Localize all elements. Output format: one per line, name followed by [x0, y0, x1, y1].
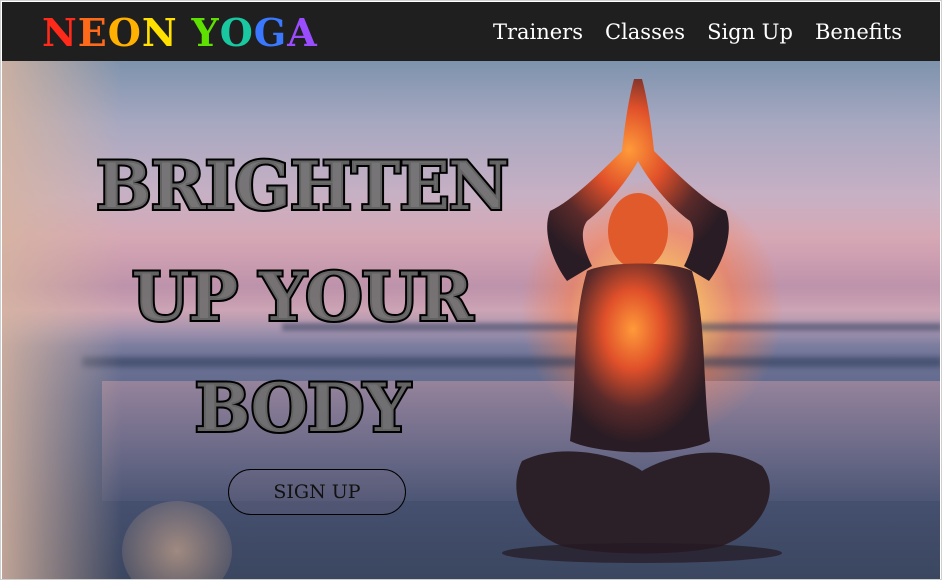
page-frame: NEON YOGA Trainers Classes Sign Up Benef…: [0, 0, 942, 580]
brand-letter: A: [287, 10, 318, 55]
navbar: NEON YOGA Trainers Classes Sign Up Benef…: [2, 2, 940, 61]
brand-letter: E: [77, 10, 108, 55]
sign-up-button[interactable]: SIGN UP: [228, 469, 406, 515]
hero-headline: BRIGHTEN UP YOUR BODY: [2, 131, 602, 464]
headline-line: BRIGHTEN: [94, 145, 511, 227]
brand-letter: Y: [191, 10, 220, 55]
hero-section: BRIGHTEN UP YOUR BODY SIGN UP: [2, 61, 940, 579]
nav-link-trainers[interactable]: Trainers: [493, 18, 583, 46]
brand-letter: N: [141, 10, 178, 55]
nav-link-benefits[interactable]: Benefits: [815, 18, 902, 46]
brand-logo[interactable]: NEON YOGA: [42, 11, 318, 55]
main-nav: Trainers Classes Sign Up Benefits: [471, 18, 902, 46]
brand-letter: O: [219, 10, 254, 55]
brand-letter: N: [42, 10, 78, 55]
headline-line: UP YOUR: [130, 256, 475, 338]
nav-link-sign-up[interactable]: Sign Up: [707, 18, 793, 46]
brand-letter: G: [253, 10, 288, 55]
brand-letter: O: [107, 10, 142, 55]
headline-line: BODY: [193, 367, 413, 449]
nav-link-classes[interactable]: Classes: [605, 18, 685, 46]
